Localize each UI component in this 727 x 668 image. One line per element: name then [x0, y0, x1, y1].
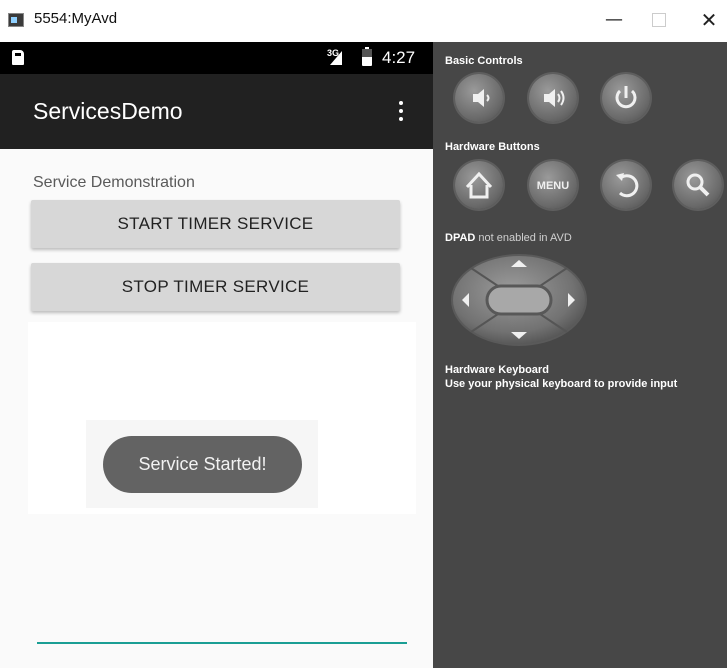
emulator-controls-panel: Basic Controls Hardware Buttons MENU DPA…: [433, 42, 727, 668]
volume-up-icon: [544, 89, 565, 107]
volume-down-icon: [473, 89, 490, 107]
hardware-keyboard-note: Use your physical keyboard to provide in…: [445, 378, 678, 390]
emulator-app-icon: [8, 13, 24, 27]
device-screen: 3G 4:27 ServicesDemo Service Demonstrati…: [0, 42, 433, 668]
minimize-button[interactable]: —: [598, 6, 630, 34]
accent-line: [37, 642, 407, 644]
dpad-note: not enabled in AVD: [478, 232, 572, 244]
back-icon: [616, 173, 639, 198]
dpad-label: DPAD: [445, 232, 476, 244]
toast-message: Service Started!: [103, 436, 302, 493]
dpad: [451, 254, 591, 350]
menu-icon: MENU: [537, 180, 569, 192]
search-icon: [686, 173, 710, 197]
home-button[interactable]: [455, 161, 503, 209]
back-button[interactable]: [602, 161, 650, 209]
status-time: 4:27: [382, 48, 416, 67]
battery-icon: [362, 47, 372, 66]
maximize-button[interactable]: [643, 6, 675, 34]
window-title-bar: 5554:MyAvd — ✕: [0, 0, 727, 42]
dpad-center-button[interactable]: [485, 284, 553, 316]
home-icon: [465, 171, 493, 199]
dpad-heading: DPAD not enabled in AVD: [445, 232, 572, 244]
network-type: 3G: [327, 48, 340, 58]
power-button[interactable]: [602, 74, 650, 122]
close-button[interactable]: ✕: [693, 6, 725, 34]
search-button[interactable]: [674, 161, 722, 209]
sd-card-icon: [12, 50, 24, 65]
overflow-menu-icon[interactable]: [396, 101, 406, 125]
main-content: Service Demonstration START TIMER SERVIC…: [0, 149, 433, 668]
volume-down-button[interactable]: [455, 74, 503, 122]
stop-timer-service-button[interactable]: STOP TIMER SERVICE: [31, 263, 400, 311]
power-icon: [615, 86, 637, 109]
hardware-buttons-heading: Hardware Buttons: [445, 141, 540, 153]
status-bar: 3G 4:27: [0, 42, 433, 74]
app-title: ServicesDemo: [33, 98, 183, 124]
maximize-icon: [652, 13, 666, 27]
section-label: Service Demonstration: [33, 174, 195, 191]
menu-button[interactable]: MENU: [529, 161, 577, 209]
basic-controls-heading: Basic Controls: [445, 55, 523, 67]
start-timer-service-button[interactable]: START TIMER SERVICE: [31, 200, 400, 248]
window-title: 5554:MyAvd: [34, 10, 118, 27]
menu-button-label: MENU: [537, 180, 569, 192]
hardware-keyboard-heading: Hardware Keyboard: [445, 364, 549, 376]
app-bar: ServicesDemo: [0, 74, 433, 149]
volume-up-button[interactable]: [529, 74, 577, 122]
